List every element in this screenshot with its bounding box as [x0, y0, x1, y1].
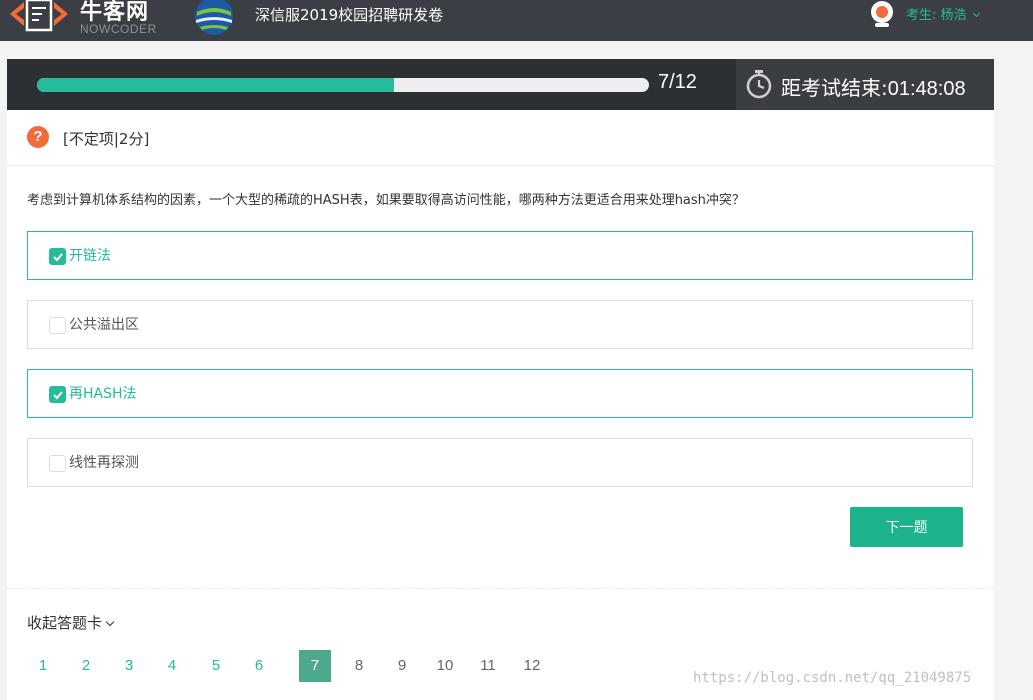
chevron-down-icon [105, 617, 115, 627]
divider [7, 588, 994, 589]
question-number-4[interactable]: 4 [156, 650, 188, 682]
nowcoder-logo-icon[interactable] [6, 0, 72, 36]
question-number-10[interactable]: 10 [429, 650, 461, 682]
checkmark-icon [53, 253, 63, 262]
option-4[interactable]: 线性再探测 [27, 438, 973, 487]
next-question-button[interactable]: 下一题 [850, 507, 963, 547]
option-label: 线性再探测 [69, 455, 139, 471]
question-number-6[interactable]: 6 [243, 650, 275, 682]
checkbox[interactable] [49, 317, 66, 334]
option-1[interactable]: 开链法 [27, 231, 973, 280]
user-menu[interactable]: 考生: 杨浩 [906, 4, 980, 23]
exam-panel: 7/12 距考试结束:01:48:08 ? [不定项|2分] 考虑到计算机体系结… [7, 59, 994, 700]
checkbox[interactable] [49, 248, 66, 265]
checkbox[interactable] [49, 386, 66, 403]
progress-count: 7/12 [658, 71, 697, 93]
watermark: https://blog.csdn.net/qq_21049875 [693, 670, 972, 686]
timer-caption: 距考试结束: [781, 76, 888, 100]
toggle-label: 收起答题卡 [27, 614, 103, 632]
option-2[interactable]: 公共溢出区 [27, 300, 973, 349]
question-number-12[interactable]: 12 [516, 650, 548, 682]
question-number-2[interactable]: 2 [70, 650, 102, 682]
webcam-icon [871, 1, 893, 27]
checkbox[interactable] [49, 455, 66, 472]
question-number-8[interactable]: 8 [343, 650, 375, 682]
option-3[interactable]: 再HASH法 [27, 369, 973, 418]
timer-label: 距考试结束:01:48:08 [781, 72, 966, 101]
progress-header: 7/12 距考试结束:01:48:08 [7, 59, 994, 110]
option-label: 公共溢出区 [69, 317, 139, 333]
exam-title: 深信服2019校园招聘研发卷 [255, 6, 444, 24]
checkmark-icon [53, 391, 63, 400]
question-text: 考虑到计算机体系结构的因素，一个大型的稀疏的HASH表，如果要取得高访问性能，哪… [27, 193, 745, 208]
question-number-7[interactable]: 7 [299, 650, 331, 682]
stopwatch-icon [746, 70, 772, 99]
timer-value: 01:48:08 [887, 78, 966, 100]
timer: 距考试结束:01:48:08 [736, 59, 994, 110]
question-number-3[interactable]: 3 [113, 650, 145, 682]
question-number-5[interactable]: 5 [200, 650, 232, 682]
question-number-1[interactable]: 1 [27, 650, 59, 682]
progress-bar [37, 78, 649, 92]
brand-subtitle: NOWCODER [80, 22, 157, 36]
question-mark-icon: ? [27, 126, 49, 148]
progress-bar-fill [37, 78, 394, 92]
user-name: 考生: 杨浩 [906, 8, 967, 23]
question-type: [不定项|2分] [63, 130, 150, 148]
chevron-down-icon [972, 9, 980, 18]
option-label: 再HASH法 [69, 386, 137, 402]
question-type-row: ? [不定项|2分] [7, 110, 994, 166]
question-number-9[interactable]: 9 [386, 650, 418, 682]
collapse-answer-card-toggle[interactable]: 收起答题卡 [27, 612, 115, 633]
company-logo-icon [195, 0, 233, 35]
option-label: 开链法 [69, 248, 111, 264]
question-number-11[interactable]: 11 [472, 650, 504, 682]
top-navbar: 牛客网 NOWCODER 深信服2019校园招聘研发卷 考生: 杨浩 [0, 0, 1033, 41]
